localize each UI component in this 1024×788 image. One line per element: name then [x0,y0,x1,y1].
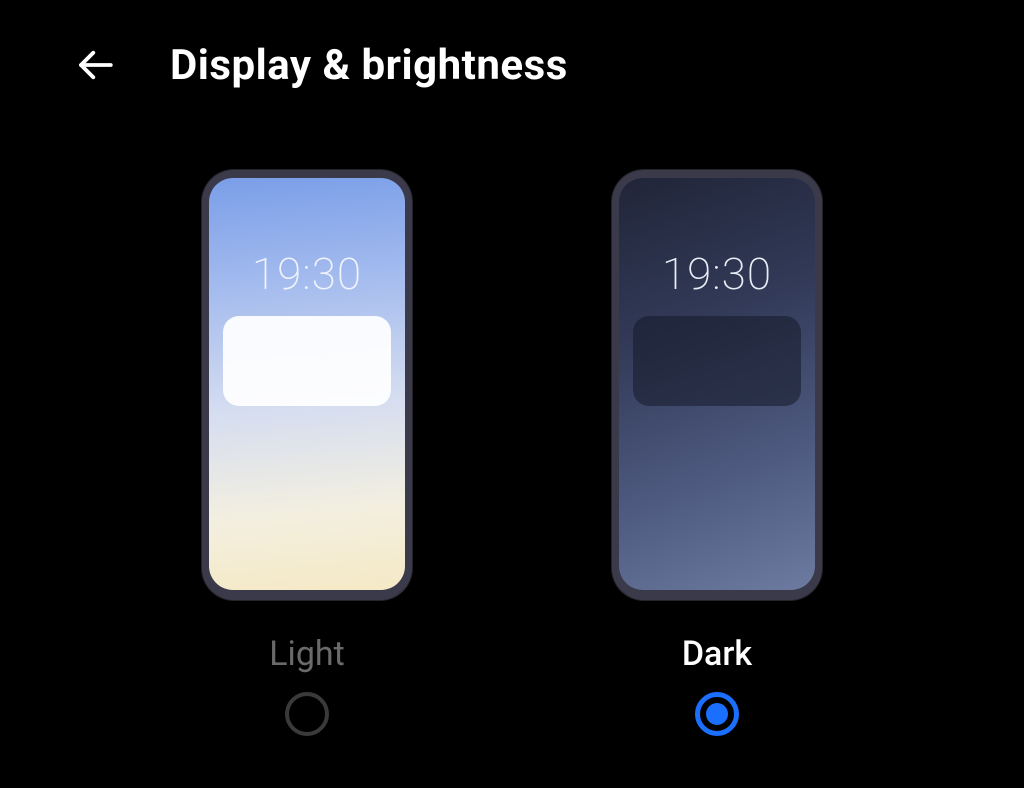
theme-options: 19:30 Light 19:30 Dark [0,170,1024,736]
radio-dark[interactable] [695,692,739,736]
page-title: Display & brightness [170,41,568,90]
phone-preview-dark: 19:30 [612,170,822,600]
theme-option-dark[interactable]: 19:30 Dark [612,170,822,736]
arrow-left-icon [74,44,116,86]
clock-light: 19:30 [209,248,405,300]
header: Display & brightness [0,0,1024,110]
radio-light[interactable] [285,692,329,736]
theme-label-light: Light [269,634,345,674]
theme-label-dark: Dark [682,634,752,674]
phone-screen-dark: 19:30 [619,178,815,590]
clock-dark: 19:30 [619,248,815,300]
phone-preview-light: 19:30 [202,170,412,600]
preview-card-light [223,316,391,406]
back-button[interactable] [70,40,120,90]
phone-screen-light: 19:30 [209,178,405,590]
preview-card-dark [633,316,801,406]
theme-option-light[interactable]: 19:30 Light [202,170,412,736]
